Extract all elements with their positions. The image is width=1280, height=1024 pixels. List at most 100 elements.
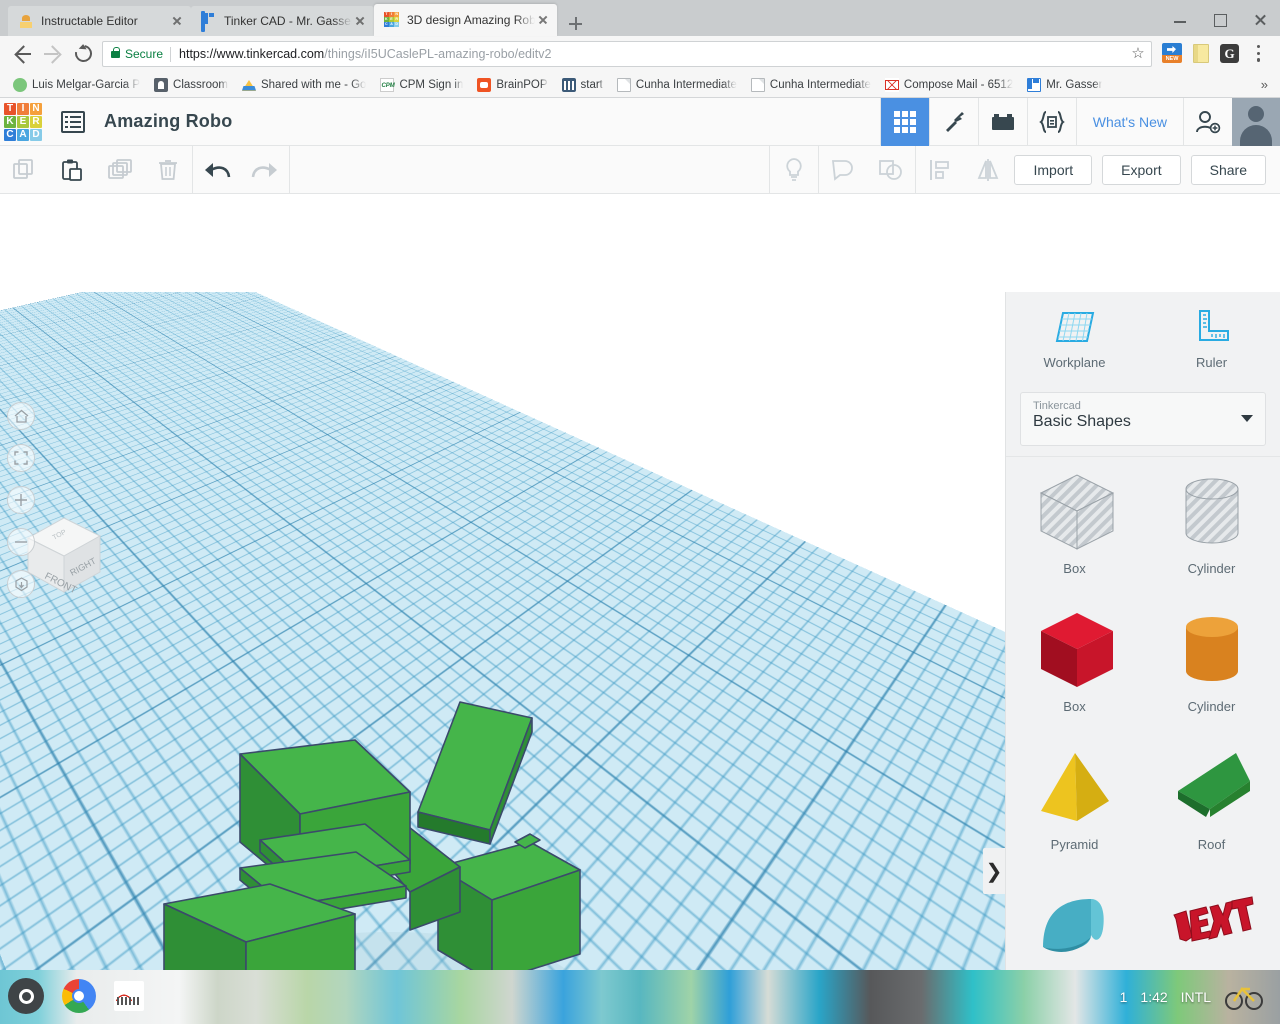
- page-title[interactable]: Amazing Robo: [104, 111, 232, 132]
- shape-item-cylinder[interactable]: Cylinder: [1143, 595, 1280, 733]
- logo-letter: I: [17, 102, 29, 115]
- bookmark-star-icon[interactable]: ☆: [1129, 45, 1147, 63]
- classroom-icon: [154, 77, 169, 92]
- shapes-grid: Box Cylinder Box Cylinder Pyramid Roof: [1006, 456, 1280, 1024]
- tab-title: 3D design Amazing Robo: [407, 13, 535, 27]
- window-controls: [1160, 0, 1280, 36]
- shape-library-select[interactable]: Tinkercad Basic Shapes: [1020, 392, 1266, 446]
- browser-tab-0[interactable]: Instructable Editor: [8, 6, 191, 36]
- bookmark-item[interactable]: Mr. Gasser: [1020, 75, 1109, 95]
- redo-icon[interactable]: [241, 146, 289, 193]
- import-button[interactable]: Import: [1014, 154, 1093, 185]
- shape-label: Roof: [1197, 837, 1226, 852]
- maximize-icon[interactable]: [1200, 3, 1240, 33]
- sidebar-item-label: Ruler: [1195, 354, 1228, 370]
- paste-icon[interactable]: [48, 146, 96, 193]
- new-tab-button[interactable]: [562, 12, 590, 34]
- delete-icon[interactable]: [144, 146, 192, 193]
- zoom-out-icon[interactable]: [7, 528, 35, 556]
- 3d-viewport[interactable]: FRONT RIGHT TOP ❯ Edit Grid: [0, 292, 1005, 1024]
- bookmark-item[interactable]: CPM CPM Sign in: [373, 75, 470, 95]
- home-view-icon[interactable]: [7, 402, 35, 430]
- workplane-icon: [1055, 311, 1094, 342]
- logo-letter: C: [4, 128, 16, 141]
- close-icon[interactable]: [352, 13, 368, 29]
- tab-title: Instructable Editor: [41, 14, 138, 28]
- close-icon[interactable]: [169, 13, 185, 29]
- tinkercad-logo[interactable]: T I N K E R C A D: [0, 99, 46, 145]
- minimize-icon[interactable]: [1160, 3, 1200, 33]
- share-button[interactable]: Share: [1190, 154, 1266, 185]
- back-icon[interactable]: [8, 39, 38, 69]
- drive-icon: [241, 78, 256, 92]
- address-bar[interactable]: Secure https://www.tinkercad.com/things/…: [102, 41, 1152, 67]
- shapes-grid-icon[interactable]: [879, 98, 929, 146]
- mirror-icon[interactable]: [964, 146, 1012, 193]
- notes-extension-icon[interactable]: [1188, 41, 1214, 67]
- bookmark-item[interactable]: Classroom: [147, 75, 235, 95]
- bookmark-item[interactable]: Cunha Intermediate: [744, 75, 878, 95]
- instructables-icon: [18, 13, 34, 29]
- codeblocks-icon[interactable]: [1026, 98, 1076, 146]
- bookmarks-overflow-button[interactable]: »: [1261, 77, 1274, 92]
- bookmark-item[interactable]: Shared with me - Go: [235, 75, 373, 95]
- undo-icon[interactable]: [193, 146, 241, 193]
- light-bulb-icon[interactable]: [770, 146, 818, 193]
- shape-item-roof[interactable]: Roof: [1143, 733, 1280, 871]
- clock[interactable]: 1:42: [1140, 989, 1167, 1005]
- blocks-icon[interactable]: [977, 98, 1027, 146]
- extension-new-icon[interactable]: NEW: [1159, 41, 1185, 67]
- whats-new-button[interactable]: What's New: [1075, 98, 1183, 146]
- bookmark-item[interactable]: Compose Mail - 6512: [878, 75, 1020, 95]
- sidebar-item-ruler[interactable]: Ruler: [1143, 292, 1280, 384]
- shape-item-pyramid[interactable]: Pyramid: [1006, 733, 1143, 871]
- shapes-sidebar: Workplane Ruler Tinkercad Basic Shapes B…: [1005, 292, 1280, 1024]
- close-window-icon[interactable]: [1240, 3, 1280, 33]
- group-icon[interactable]: [819, 146, 867, 193]
- grammarly-extension-icon[interactable]: G: [1217, 41, 1243, 67]
- notification-count[interactable]: 1: [1120, 989, 1128, 1005]
- browser-window: Instructable Editor Tinker CAD - Mr. Gas…: [0, 0, 1280, 1024]
- chrome-menu-icon[interactable]: [1246, 41, 1272, 67]
- tinkercad-app: T I N K E R C A D Amazing Robo What's Ne…: [0, 98, 1280, 1024]
- bookmark-label: Shared with me - Go: [260, 78, 367, 91]
- ortho-perspective-icon[interactable]: [7, 570, 35, 598]
- sidebar-item-label: Workplane: [1043, 354, 1106, 370]
- duplicate-icon[interactable]: [96, 146, 144, 193]
- sidebar-item-workplane[interactable]: Workplane: [1006, 292, 1143, 384]
- box-hole-icon: [1039, 474, 1114, 550]
- graph-app-icon[interactable]: [114, 981, 144, 1011]
- chrome-icon[interactable]: [62, 979, 96, 1013]
- forward-icon[interactable]: [38, 39, 68, 69]
- shape-item-cylinder-hole[interactable]: Cylinder: [1143, 457, 1280, 595]
- copy-icon[interactable]: [0, 146, 48, 193]
- fit-all-icon[interactable]: [7, 444, 35, 472]
- bookmark-item[interactable]: start: [555, 75, 610, 95]
- cpm-icon: CPM: [380, 77, 395, 92]
- close-icon[interactable]: [535, 12, 551, 28]
- align-icon[interactable]: [916, 146, 964, 193]
- taskbar-status-area[interactable]: 1 1:42 INTL: [1110, 970, 1274, 1024]
- add-user-icon[interactable]: [1183, 98, 1232, 146]
- browser-tab-1[interactable]: Tinker CAD - Mr. Gasser: [191, 6, 374, 36]
- bookmark-item[interactable]: Luis Melgar-Garcia P: [6, 75, 147, 95]
- zoom-in-icon[interactable]: [7, 486, 35, 514]
- shape-item-box[interactable]: Box: [1006, 595, 1143, 733]
- project-list-icon[interactable]: [58, 109, 88, 135]
- avatar[interactable]: [1232, 98, 1280, 146]
- browser-tab-2[interactable]: TIN KER CAD 3D design Amazing Robo: [374, 4, 557, 36]
- brainpop-icon: [477, 77, 492, 92]
- ungroup-icon[interactable]: [867, 146, 915, 193]
- collapse-panel-button[interactable]: ❯: [983, 848, 1005, 894]
- shape-item-box-hole[interactable]: Box: [1006, 457, 1143, 595]
- text-shape-icon: [1172, 896, 1254, 942]
- gmail-icon: [884, 77, 899, 92]
- export-button[interactable]: Export: [1102, 154, 1181, 185]
- bookmark-item[interactable]: Cunha Intermediate: [610, 75, 744, 95]
- reload-icon[interactable]: [68, 39, 98, 69]
- input-method-indicator[interactable]: INTL: [1181, 989, 1211, 1005]
- bookmark-item[interactable]: BrainPOP: [470, 75, 554, 95]
- bookmark-label: start: [580, 78, 603, 91]
- app-launcher-icon[interactable]: [8, 978, 44, 1014]
- hammer-icon[interactable]: [928, 98, 978, 146]
